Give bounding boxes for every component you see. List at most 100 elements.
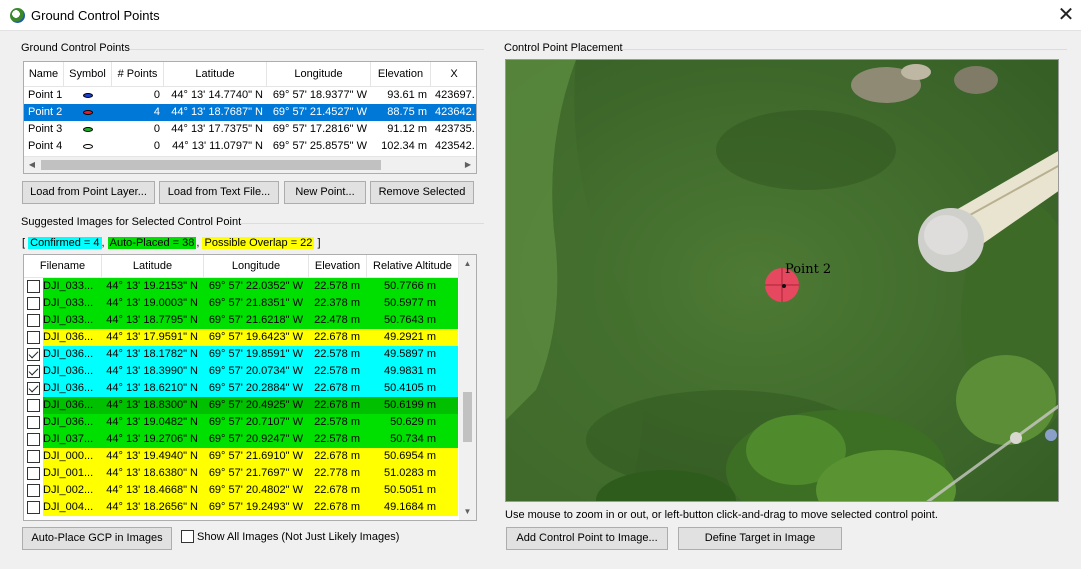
gcp-column-header[interactable]: Elevation (371, 62, 431, 86)
gcp-cell-points: 4 (153, 106, 160, 118)
gcp-cell-points: 0 (153, 89, 160, 101)
image-table-row[interactable]: DJI_002... 44° 13' 18.4668" N 69° 57' 20.4… (24, 482, 476, 499)
aerial-photo (506, 60, 1058, 501)
image-confirm-checkbox[interactable] (27, 399, 40, 412)
gcp-column-header[interactable]: Symbol (64, 62, 112, 86)
define-target-button[interactable]: Define Target in Image (678, 527, 842, 550)
image-table-row[interactable]: DJI_033... 44° 13' 19.2153" N 69° 57' 22.0… (24, 278, 476, 295)
image-table-row[interactable]: DJI_033... 44° 13' 19.0003" N 69° 57' 21.8… (24, 295, 476, 312)
image-confirm-checkbox[interactable] (27, 331, 40, 344)
auto-place-gcp-button[interactable]: Auto-Place GCP in Images (22, 527, 172, 550)
image-cell-lat: 44° 13' 19.0482" N (102, 414, 202, 431)
image-confirm-checkbox[interactable] (27, 297, 40, 310)
image-cell-lat: 44° 13' 19.2706" N (102, 431, 202, 448)
scrollbar-thumb[interactable] (463, 392, 472, 442)
image-table-row[interactable]: DJI_036... 44° 13' 18.6210" N 69° 57' 20.2… (24, 380, 476, 397)
image-cell-filename: DJI_036... (24, 329, 102, 346)
image-table-row[interactable]: DJI_036... 44° 13' 18.1782" N 69° 57' 19.8… (24, 346, 476, 363)
image-confirm-checkbox[interactable] (27, 450, 40, 463)
image-confirm-checkbox[interactable] (27, 382, 40, 395)
window-title: Ground Control Points (31, 8, 160, 23)
gcp-column-header[interactable]: Latitude (164, 62, 267, 86)
gcp-cell-elev: 93.61 m (387, 89, 427, 101)
image-table-row[interactable]: DJI_036... 44° 13' 17.9591" N 69° 57' 19.6… (24, 329, 476, 346)
image-cell-elev: 22.578 m (307, 346, 366, 363)
image-filename: DJI_036... (43, 380, 102, 397)
gcp-column-header[interactable]: Longitude (267, 62, 371, 86)
images-column-header[interactable]: Latitude (102, 255, 204, 277)
scroll-left-icon[interactable]: ◀ (24, 157, 40, 173)
image-cell-filename: DJI_036... (24, 363, 102, 380)
image-filename: DJI_033... (43, 295, 102, 312)
gcp-cell-elev: 91.12 m (387, 123, 427, 135)
gcp-table-row[interactable]: Point 2 4 44° 13' 18.7687" N 69° 57' 21.452… (24, 104, 476, 121)
image-table-row[interactable]: DJI_000... 44° 13' 19.4940" N 69° 57' 21.6… (24, 448, 476, 465)
image-cell-lat: 44° 13' 18.7795" N (102, 312, 202, 329)
close-button[interactable]: ✕ (1051, 0, 1081, 30)
image-cell-lat: 44° 13' 19.2153" N (102, 278, 202, 295)
image-confirm-checkbox[interactable] (27, 467, 40, 480)
image-cell-rel: 50.7766 m (366, 278, 458, 295)
gcp-horizontal-scrollbar[interactable]: ◀ ▶ (24, 156, 476, 173)
image-table-row[interactable]: DJI_037... 44° 13' 19.2706" N 69° 57' 20.9… (24, 431, 476, 448)
gcp-cell-points: 0 (153, 140, 160, 152)
image-confirm-checkbox[interactable] (27, 484, 40, 497)
gcp-group-divider (130, 49, 484, 50)
images-vertical-scrollbar[interactable]: ▲ ▼ (459, 255, 476, 520)
scrollbar-thumb[interactable] (41, 160, 381, 170)
image-table-row[interactable]: DJI_036... 44° 13' 18.8300" N 69° 57' 20.4… (24, 397, 476, 414)
legend-close-bracket: ] (317, 237, 321, 249)
image-cell-lat: 44° 13' 18.6380" N (102, 465, 202, 482)
aerial-image-viewer[interactable]: Point 2 (505, 59, 1059, 502)
scroll-down-icon[interactable]: ▼ (459, 503, 476, 520)
image-cell-lon: 69° 57' 20.2884" W (202, 380, 307, 397)
image-filename: DJI_033... (43, 278, 102, 295)
image-table-row[interactable]: DJI_001... 44° 13' 18.6380" N 69° 57' 21.7… (24, 465, 476, 482)
gcp-table-header: Name Symbol # Points Latitude Longitude Eleva… (24, 62, 476, 87)
legend-open-bracket: [ (22, 237, 26, 249)
scroll-right-icon[interactable]: ▶ (460, 157, 476, 173)
gcp-column-header[interactable]: # Points (112, 62, 164, 86)
image-confirm-checkbox[interactable] (27, 365, 40, 378)
show-all-images-checkbox[interactable]: Show All Images (Not Just Likely Images) (181, 530, 399, 543)
point-symbol-icon (83, 93, 93, 98)
images-column-header[interactable]: Filename (24, 255, 102, 277)
add-control-point-button[interactable]: Add Control Point to Image... (506, 527, 668, 550)
load-from-point-layer-button[interactable]: Load from Point Layer... (22, 181, 155, 204)
scroll-up-icon[interactable]: ▲ (459, 255, 476, 272)
images-column-header[interactable]: Relative Altitude (367, 255, 459, 277)
gcp-cell-x: 423697. (435, 89, 475, 101)
gcp-table-row[interactable]: Point 1 0 44° 13' 14.7740" N 69° 57' 18.937… (24, 87, 476, 104)
remove-selected-button[interactable]: Remove Selected (370, 181, 474, 204)
gcp-table-row[interactable]: Point 3 0 44° 13' 17.7375" N 69° 57' 17.281… (24, 121, 476, 138)
image-confirm-checkbox[interactable] (27, 433, 40, 446)
gcp-column-header[interactable]: Name (24, 62, 64, 86)
image-cell-filename: DJI_037... (24, 431, 102, 448)
point-symbol-icon (83, 110, 93, 115)
image-filename: DJI_033... (43, 312, 102, 329)
image-table-row[interactable]: DJI_036... 44° 13' 19.0482" N 69° 57' 20.7… (24, 414, 476, 431)
image-table-row[interactable]: DJI_036... 44° 13' 18.3990" N 69° 57' 20.0… (24, 363, 476, 380)
new-point-button[interactable]: New Point... (284, 181, 366, 204)
image-confirm-checkbox[interactable] (27, 314, 40, 327)
point-symbol-icon (83, 144, 93, 149)
image-table-row[interactable]: DJI_004... 44° 13' 18.2656" N 69° 57' 19.2… (24, 499, 476, 516)
image-confirm-checkbox[interactable] (27, 416, 40, 429)
load-from-text-file-button[interactable]: Load from Text File... (159, 181, 279, 204)
image-cell-rel: 49.5897 m (366, 346, 458, 363)
image-cell-lon: 69° 57' 22.0352" W (202, 278, 307, 295)
gcp-table[interactable]: Name Symbol # Points Latitude Longitude Eleva… (23, 61, 477, 174)
gcp-cell-lon: 69° 57' 17.2816" W (272, 123, 367, 135)
checkbox-box[interactable] (181, 530, 194, 543)
image-cell-lon: 69° 57' 21.6910" W (202, 448, 307, 465)
image-confirm-checkbox[interactable] (27, 348, 40, 361)
images-column-header[interactable]: Longitude (204, 255, 309, 277)
image-cell-rel: 50.734 m (366, 431, 458, 448)
images-column-header[interactable]: Elevation (309, 255, 367, 277)
gcp-table-row[interactable]: Point 4 0 44° 13' 11.0797" N 69° 57' 25.857… (24, 138, 476, 155)
images-table[interactable]: Filename Latitude Longitude Elevation Relati… (23, 254, 477, 521)
image-confirm-checkbox[interactable] (27, 280, 40, 293)
gcp-column-header[interactable]: X (431, 62, 476, 86)
image-confirm-checkbox[interactable] (27, 501, 40, 514)
image-table-row[interactable]: DJI_033... 44° 13' 18.7795" N 69° 57' 21.6… (24, 312, 476, 329)
